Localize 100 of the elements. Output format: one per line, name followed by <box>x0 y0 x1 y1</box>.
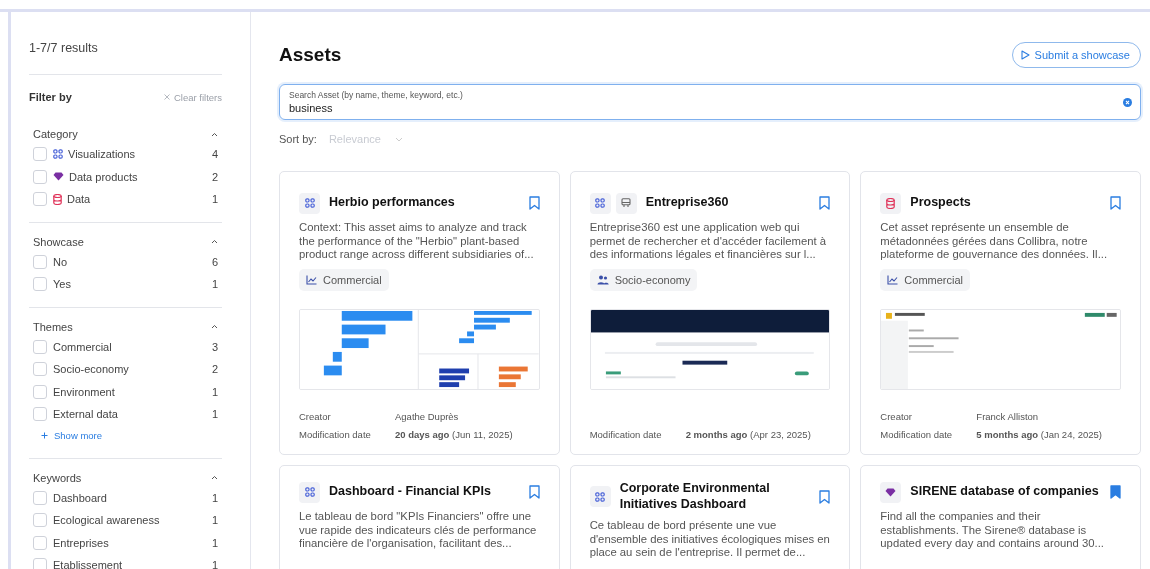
card-description: Ce tableau de bord présente une vue d'ensemble des initiatives écologiques mises en place au sein de l'entreprise. Il permet de... <box>589 519 831 560</box>
close-icon <box>163 94 170 100</box>
chevron-icon <box>211 131 218 137</box>
filter-option-label: Entreprises <box>53 536 110 549</box>
theme-tag: Socio-economy <box>589 268 698 291</box>
card-description: Find all the companies and their establishments. The Sirene® database is updated every day and contains around 30... <box>880 510 1105 551</box>
bookmark-button[interactable] <box>528 196 540 210</box>
grid-icon <box>595 491 606 502</box>
checkbox[interactable] <box>33 254 47 269</box>
results-count: 1-7/7 results <box>29 41 222 75</box>
line-chart-icon <box>887 274 899 285</box>
option-count: 1 <box>211 514 218 527</box>
card-title: Entreprise360 <box>645 195 730 211</box>
asset-card[interactable]: Corporate Environmental Initiatives Dashboard Ce tableau de bord présente une vue d'ensemble des initiatives écologiques mises en place au sein de l'entreprise. Il permet de... <box>569 465 851 569</box>
grid-icon <box>304 487 315 497</box>
filter-option-label: External data <box>53 408 119 421</box>
card-title: Herbio performances <box>329 195 456 211</box>
asset-card[interactable] <box>569 171 851 455</box>
checkbox[interactable] <box>33 384 47 399</box>
filter-section-header[interactable]: Themes <box>33 320 218 336</box>
people-icon <box>596 274 609 285</box>
line-chart-icon <box>306 274 317 285</box>
show-more-link[interactable]: Show more <box>41 429 218 441</box>
theme-tag: Commercial <box>299 268 389 291</box>
option-count: 2 <box>211 363 218 376</box>
database-icon <box>53 193 62 205</box>
search-label: Search Asset (by name, theme, keyword, etc.) <box>289 90 464 100</box>
filter-option-label: Socio-economy <box>53 363 130 376</box>
card-title: Dashboard - Financial KPIs <box>329 484 492 500</box>
filter-option-label: Yes <box>53 278 72 291</box>
modification-date: 2 months ago (Apr 23, 2025) <box>685 429 812 440</box>
gem-icon <box>885 487 897 497</box>
kiosk-icon <box>621 198 632 208</box>
meta-label: Modification date <box>589 429 663 440</box>
meta-label: Creator <box>299 411 332 422</box>
grid-icon <box>304 198 315 208</box>
filter-option-label: Visualizations <box>68 148 137 161</box>
chevron-icon <box>211 239 218 244</box>
filter-section-header[interactable]: Showcase <box>33 235 218 251</box>
filter-option-label: Dashboard <box>53 491 108 504</box>
chevron-icon <box>211 475 218 480</box>
card-description: Cet asset représente un ensemble de métadonnées gérées dans Collibra, notre plateforme de gouvernance des données. Il... <box>880 221 1109 262</box>
option-count: 3 <box>211 340 218 353</box>
card-description: Le tableau de bord "KPIs Financiers" offre une vue rapide des indicateurs clés de performance financière de l'organisation, facilitant des... <box>299 510 538 551</box>
card-description: Context: This asset aims to analyze and track the performance of the "Herbio" plant-based product range across different subsidiaries of... <box>299 221 535 262</box>
filter-section-header[interactable]: Category <box>33 128 218 143</box>
checkbox[interactable] <box>33 339 47 354</box>
modification-date: 5 months ago (Jan 24, 2025) <box>976 429 1103 440</box>
submit-showcase-button[interactable]: Submit a showcase <box>1011 42 1141 68</box>
theme-tag: Commercial <box>880 268 970 291</box>
chevron-icon <box>211 324 218 329</box>
clear-search-icon[interactable] <box>1123 97 1132 107</box>
grid-icon <box>595 198 606 208</box>
checkbox[interactable] <box>33 147 47 162</box>
card-description: Entreprise360 est une application web qui permet de rechercher et d'accéder facilement à des informations légales et financières sur l... <box>589 221 828 262</box>
option-count: 1 <box>211 559 218 569</box>
checkbox[interactable] <box>33 362 47 377</box>
bookmark-button[interactable] <box>819 196 831 210</box>
search-box[interactable]: Search Asset (by name, theme, keyword, etc.) business <box>279 84 1141 120</box>
card-title: Prospects <box>910 195 972 211</box>
checkbox[interactable] <box>33 407 47 422</box>
option-count: 2 <box>211 170 218 183</box>
creator-name: Franck Alliston <box>976 411 1040 422</box>
bookmark-button[interactable] <box>528 485 540 499</box>
meta-label: Modification date <box>299 429 372 440</box>
option-count: 1 <box>211 385 218 398</box>
filter-option-label: Commercial <box>53 340 113 353</box>
filter-option-label: Ecological awareness <box>53 514 161 527</box>
creator-name: Agathe Duprès <box>395 411 460 422</box>
meta-label: Creator <box>880 411 913 422</box>
plus-icon <box>41 431 48 439</box>
checkbox[interactable] <box>33 169 47 184</box>
filter-option-label: Data <box>67 193 92 206</box>
bookmark-button[interactable] <box>819 489 831 504</box>
option-count: 4 <box>211 148 218 161</box>
page-title: Assets <box>279 44 342 66</box>
filter-option-label: No <box>53 255 69 268</box>
sort-label: Sort by: <box>279 133 317 145</box>
filter-option-label: Environment <box>53 385 116 398</box>
card-title: Corporate Environmental Initiatives Dashboard <box>619 481 771 513</box>
bookmark-button[interactable] <box>1110 485 1121 499</box>
filter-option-label: Etablissement <box>53 559 124 569</box>
chevron-icon <box>394 136 403 142</box>
asset-card[interactable]: SIRENE database of companies Find all the companies and their establishments. The Sirene® database is updated every day and contains around 30... <box>860 465 1141 569</box>
checkbox[interactable] <box>33 558 47 569</box>
asset-card[interactable]: Dashboard - Financial KPIs Le tableau de bord "KPIs Financiers" offre une vue rapide des indicateurs clés de performance financière de l'organisation, facilitant des... <box>279 465 560 569</box>
filter-section-header[interactable]: Keywords <box>33 471 218 487</box>
filter-option-label: Data products <box>69 170 139 183</box>
checkbox[interactable] <box>33 277 47 292</box>
card-title: SIRENE database of companies <box>910 484 1100 500</box>
checkbox[interactable] <box>33 490 47 505</box>
checkbox[interactable] <box>33 535 47 550</box>
database-icon <box>886 197 896 209</box>
checkbox[interactable] <box>33 192 47 207</box>
option-count: 6 <box>211 255 218 268</box>
option-count: 1 <box>211 278 218 291</box>
grid-icon <box>53 149 63 160</box>
bookmark-button[interactable] <box>1110 196 1121 210</box>
checkbox[interactable] <box>33 513 47 528</box>
filter-title: Filter by <box>29 91 72 103</box>
